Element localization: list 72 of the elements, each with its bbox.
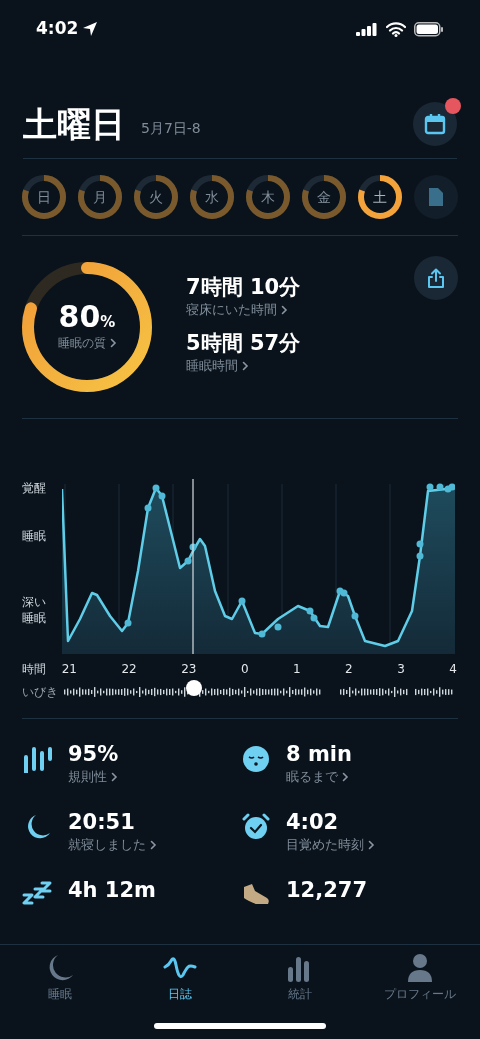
tab[interactable]: プロフィール	[360, 953, 480, 1003]
day-ring[interactable]: 木	[246, 175, 290, 219]
stat-value: 20:51	[68, 808, 135, 835]
duration-link[interactable]: 寝床にいた時間	[186, 300, 288, 320]
calendar-icon	[424, 113, 446, 135]
playhead-handle[interactable]	[186, 680, 202, 696]
battery-icon	[414, 21, 444, 37]
chevron-icon	[242, 360, 249, 371]
chevron-icon	[342, 772, 349, 782]
signal-icon	[356, 22, 378, 36]
day-ring-fill	[358, 175, 402, 219]
stat-value: 12,277	[286, 876, 368, 903]
chevron-icon	[281, 305, 288, 315]
stat-link[interactable]: 目覚めた時刻	[286, 835, 375, 855]
bars-icon	[22, 745, 54, 773]
stat-value: 4:02	[286, 808, 339, 835]
snore-label: いびき	[22, 684, 59, 700]
hour-label: 3	[397, 661, 405, 678]
hour-label: 1	[293, 661, 301, 678]
stat-link[interactable]: 眠るまで	[286, 767, 349, 787]
hour-label: 23	[181, 661, 197, 678]
status-time: 4:02	[36, 17, 79, 41]
chevron-icon	[150, 839, 157, 850]
day-ring[interactable]: 金	[302, 175, 346, 219]
day-title: 土曜日	[23, 107, 125, 141]
hour-label: 4	[449, 661, 457, 678]
stat-value: 95%	[68, 741, 119, 768]
chevron-icon	[109, 337, 117, 348]
quality-value: 80	[58, 302, 101, 333]
hour-label: 2	[345, 661, 353, 678]
duration-link[interactable]: 睡眠時間	[186, 356, 249, 376]
stat-link[interactable]: 規則性	[68, 767, 118, 787]
chevron-icon	[368, 839, 375, 850]
day-ring-fill	[190, 175, 234, 219]
quality-unit: %	[100, 313, 116, 334]
hour-label: 22	[121, 661, 137, 678]
day-ring-fill	[134, 175, 178, 219]
share-button[interactable]	[414, 256, 458, 300]
wifi-icon	[386, 21, 406, 37]
stat-value: 8 min	[286, 741, 352, 768]
person-icon	[407, 953, 433, 983]
day-ring-fill	[246, 175, 290, 219]
chevron-icon	[111, 772, 118, 782]
report-button[interactable]	[414, 175, 458, 219]
stat-value: 4h 12m	[68, 876, 156, 903]
day-ring-fill	[22, 175, 66, 219]
hour-label: 21	[61, 661, 77, 678]
day-ring[interactable]: 日	[22, 175, 66, 219]
stage-label: 覚醒	[22, 480, 46, 497]
tab[interactable]: 統計	[240, 953, 360, 1003]
stage-label: 深い睡眠	[22, 594, 47, 626]
tab[interactable]: 睡眠	[0, 953, 120, 1003]
stat-link[interactable]: 就寝しました	[68, 835, 157, 855]
day-ring[interactable]: 水	[190, 175, 234, 219]
alarm-clock-icon	[242, 812, 270, 841]
stage-label: 睡眠	[22, 528, 46, 545]
tab[interactable]: 日誌	[120, 953, 240, 1003]
day-ring-fill	[78, 175, 122, 219]
date-range: 5月7日-8	[141, 119, 201, 138]
day-ring[interactable]: 月	[78, 175, 122, 219]
duration-value: 7時間 10分	[186, 274, 301, 301]
duration-value: 5時間 57分	[186, 329, 301, 356]
day-ring[interactable]: 火	[134, 175, 178, 219]
document-icon	[428, 187, 444, 207]
day-ring[interactable]: 土	[358, 175, 402, 219]
day-ring-fill	[302, 175, 346, 219]
quality-link[interactable]: 睡眠の質	[57, 333, 117, 352]
time-axis-label: 時間	[22, 661, 47, 678]
hour-label: 0	[240, 661, 249, 678]
location-arrow-icon	[82, 21, 99, 37]
sleepy-face-icon	[242, 745, 270, 773]
share-icon	[427, 268, 445, 288]
